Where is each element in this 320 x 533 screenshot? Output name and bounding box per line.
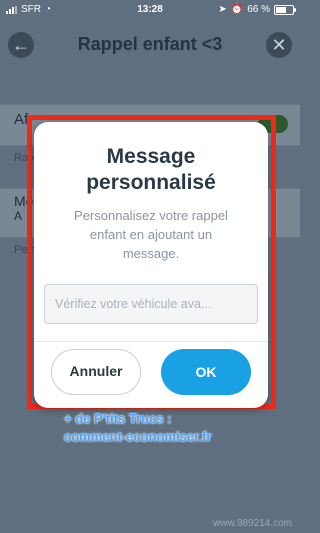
back-button[interactable]: ← <box>8 32 34 58</box>
dialog-divider <box>34 341 268 342</box>
dialog-title: Message personnalisé <box>86 145 216 194</box>
page-title: Rappel enfant <3 <box>77 34 223 54</box>
battery-fill <box>276 6 286 13</box>
message-input[interactable] <box>44 284 258 324</box>
custom-message-dialog: Message personnalisé Personnalisez votre… <box>34 122 268 408</box>
cancel-button[interactable]: Annuler <box>51 349 141 395</box>
status-right: ➤ ⏰ 66 % <box>218 4 296 15</box>
close-button[interactable]: ✕ <box>266 32 292 58</box>
ok-button[interactable]: OK <box>161 349 251 395</box>
watermark-line-2: comment-economiser.fr <box>64 429 212 444</box>
battery-percent: 66 % <box>247 4 270 15</box>
alarm-icon: ⏰ <box>230 4 244 15</box>
arrow-left-icon: ← <box>12 35 30 55</box>
battery-icon <box>274 4 296 15</box>
credit-label: www.989214.com <box>213 518 292 529</box>
close-icon: ✕ <box>271 35 287 55</box>
dialog-description: Personnalisez votre rappel enfant en ajo… <box>74 208 228 261</box>
watermark-line-1: + de P'tits Trucs : <box>64 411 172 426</box>
nav-bar: ← Rappel enfant <3 ✕ <box>0 20 300 72</box>
location-icon: ➤ <box>218 4 227 15</box>
watermark: + de P'tits Trucs : comment-economiser.f… <box>64 410 211 446</box>
status-bar: SFR ◔ 13:28 ➤ ⏰ 66 % <box>0 0 300 20</box>
